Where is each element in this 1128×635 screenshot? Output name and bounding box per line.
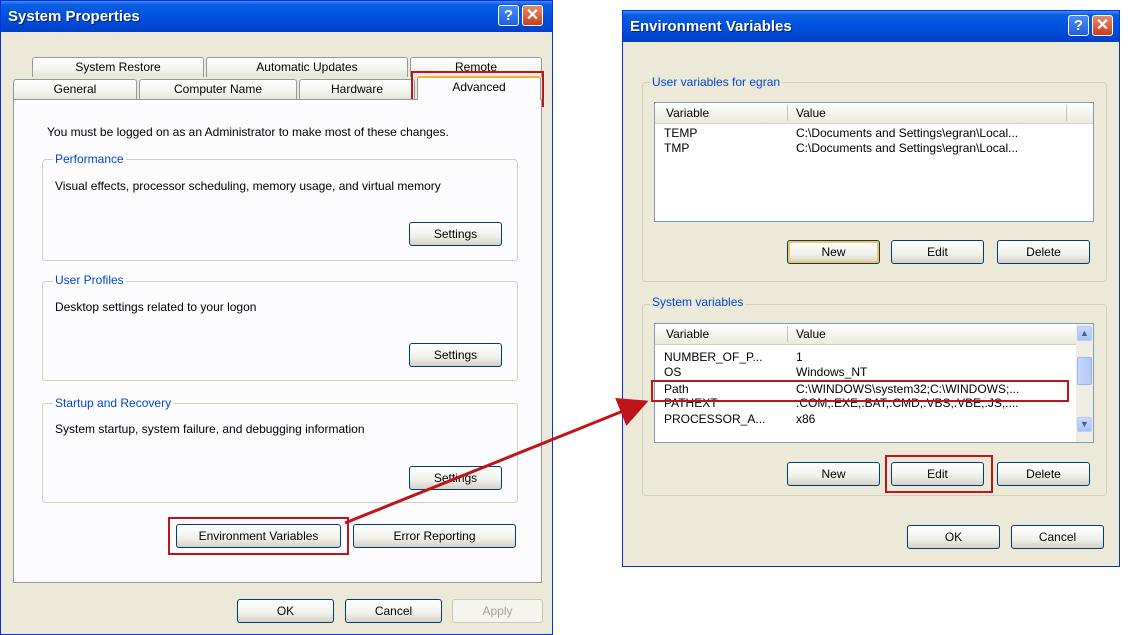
tab-advanced[interactable]: Advanced <box>417 76 541 100</box>
pointer-arrow <box>344 398 649 525</box>
